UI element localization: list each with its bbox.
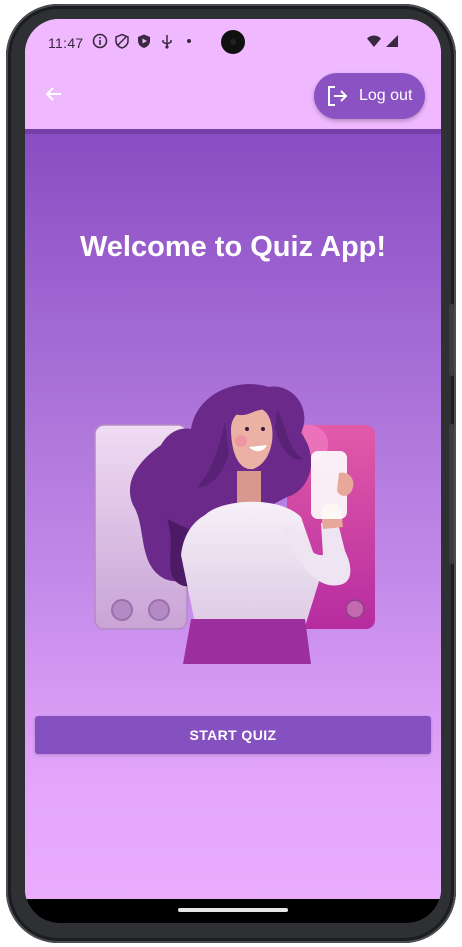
woman-holding-phone-illustration [94, 384, 375, 664]
back-button[interactable] [39, 79, 69, 109]
usb-icon [162, 35, 172, 49]
play-protect-icon [138, 34, 150, 48]
power-button [449, 304, 454, 376]
arrow-left-icon [45, 87, 61, 101]
dot-icon [187, 39, 191, 43]
main-content: Welcome to Quiz App! START QUIZ [25, 129, 441, 899]
logout-button[interactable]: Log out [314, 73, 425, 119]
info-icon [92, 33, 108, 49]
volume-button [449, 424, 454, 564]
page-title: Welcome to Quiz App! [79, 231, 387, 263]
navigation-bar [25, 899, 441, 923]
status-bar: 11:47 [25, 19, 441, 65]
signal-icon [386, 35, 398, 47]
home-gesture-pill[interactable] [178, 908, 288, 912]
front-camera [221, 30, 245, 54]
shield-icon [115, 33, 129, 49]
start-quiz-button[interactable]: START QUIZ [35, 716, 431, 754]
screen: 11:47 Log out Welcome to Quiz App! START… [25, 19, 441, 923]
wifi-icon [367, 35, 381, 47]
app-bar: Log out [25, 65, 441, 129]
logout-label: Log out [359, 87, 413, 104]
logout-icon [328, 86, 348, 106]
status-time: 11:47 [48, 35, 84, 51]
